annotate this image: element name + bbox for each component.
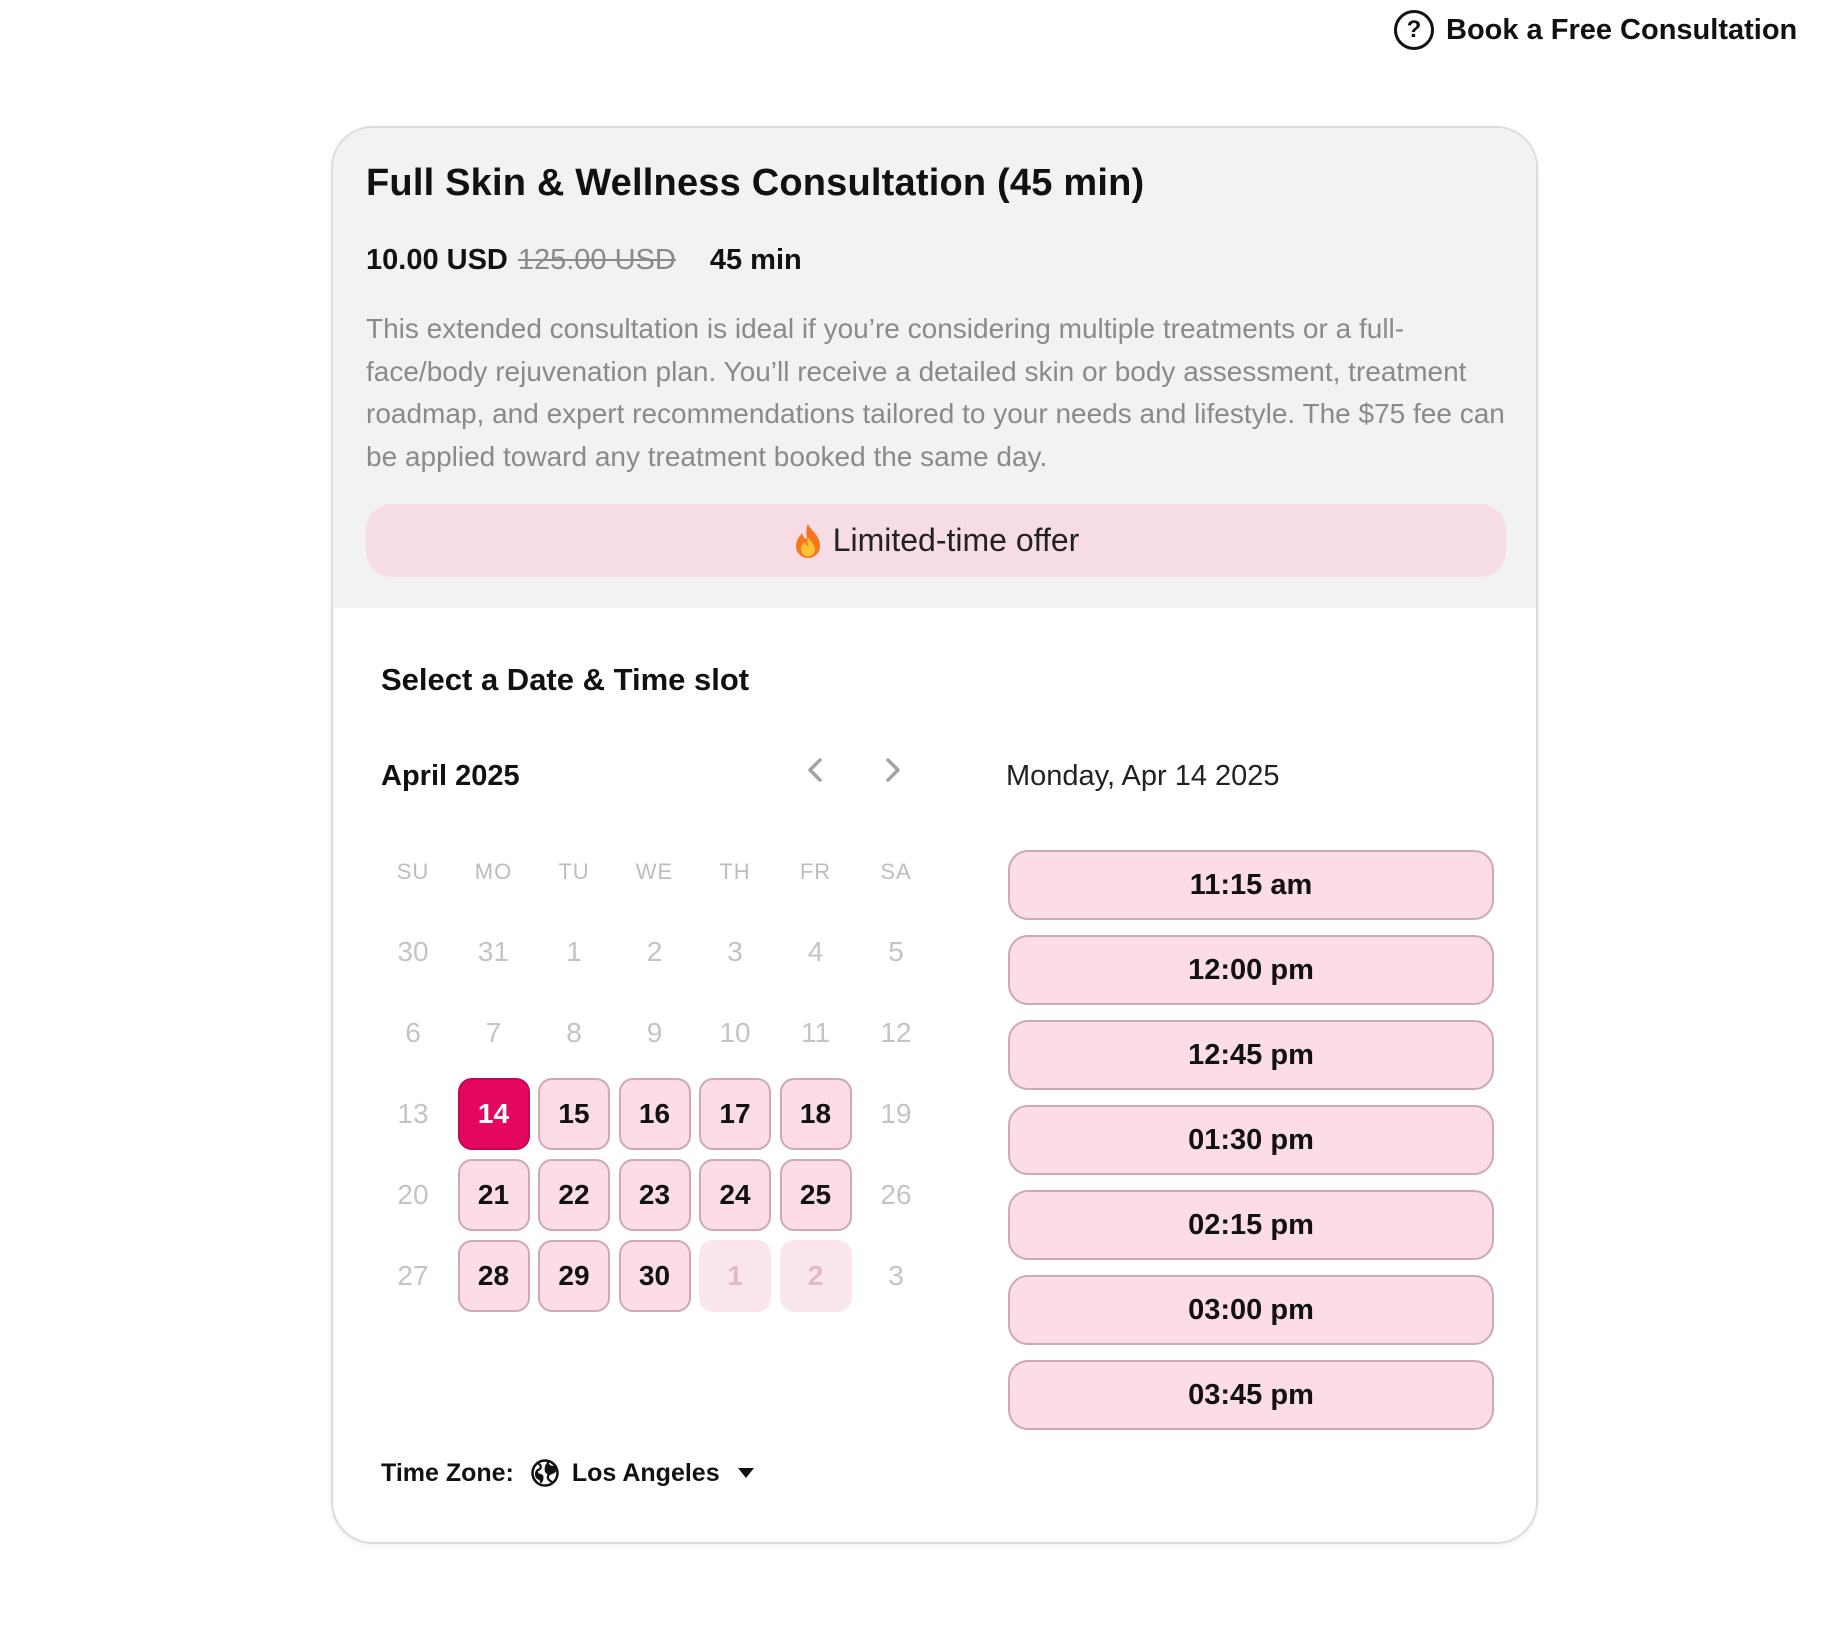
- calendar-day[interactable]: 30: [618, 1240, 691, 1312]
- calendar-day[interactable]: 23: [618, 1159, 691, 1231]
- weekday-label: TH: [719, 859, 751, 884]
- calendar-day: 13: [397, 1098, 429, 1129]
- service-description: This extended consultation is ideal if y…: [366, 313, 1505, 472]
- calendar-day[interactable]: 22: [538, 1159, 610, 1231]
- calendar-day[interactable]: 18: [779, 1078, 852, 1150]
- timezone-select[interactable]: Los Angeles: [530, 1458, 754, 1488]
- price-original: 125.00 USD: [517, 244, 676, 276]
- calendar-day: 3: [888, 1260, 904, 1291]
- price-current: 10.00 USD: [366, 244, 508, 276]
- chevron-left-icon: [805, 757, 825, 788]
- calendar-day: 4: [807, 936, 824, 967]
- calendar-day-selected[interactable]: 14: [457, 1078, 530, 1150]
- calendar-day: 5: [888, 936, 904, 967]
- selected-date-label: Monday, Apr 14 2025: [1006, 760, 1280, 792]
- time-slot-button[interactable]: 02:15 pm: [1008, 1190, 1494, 1260]
- service-header: Full Skin & Wellness Consultation (45 mi…: [333, 128, 1536, 608]
- next-month-button[interactable]: [873, 752, 913, 792]
- calendar-day[interactable]: 25: [779, 1159, 852, 1231]
- previous-month-button[interactable]: [795, 752, 835, 792]
- calendar-days-grid: 30 31 1 2 3 4 5 6 7 8 9 10 11 12 13 14 15 16 17 18 19 20 21 22 2…: [377, 916, 941, 1312]
- calendar-day: 2: [646, 936, 663, 967]
- book-free-consultation-link[interactable]: ? Book a Free Consultation: [1394, 10, 1797, 50]
- offer-banner: Limited-time offer: [366, 504, 1506, 577]
- section-title: Select a Date & Time slot: [381, 662, 750, 697]
- calendar-day: 9: [646, 1017, 663, 1048]
- weekday-label: SA: [880, 859, 912, 884]
- weekday-label: MO: [474, 859, 513, 884]
- booking-card: Full Skin & Wellness Consultation (45 mi…: [331, 126, 1538, 1544]
- calendar-day: 1: [699, 1240, 771, 1312]
- time-slot-button[interactable]: 12:45 pm: [1008, 1020, 1494, 1090]
- time-slot-button[interactable]: 11:15 am: [1008, 850, 1494, 920]
- calendar-day[interactable]: 21: [457, 1159, 530, 1231]
- time-slot-button[interactable]: 03:00 pm: [1008, 1275, 1494, 1345]
- weekday-label: SU: [396, 859, 430, 884]
- caret-down-icon: [737, 1468, 754, 1478]
- calendar-day: 3: [727, 936, 743, 967]
- offer-label: Limited-time offer: [832, 522, 1080, 558]
- time-slot-button[interactable]: 03:45 pm: [1008, 1360, 1494, 1430]
- calendar-day[interactable]: 28: [457, 1240, 530, 1312]
- globe-icon: [530, 1458, 560, 1488]
- calendar-day: 31: [477, 936, 510, 967]
- weekday-header: SU MO TU WE TH FR SA: [377, 854, 941, 890]
- calendar-day[interactable]: 17: [699, 1078, 771, 1150]
- timezone-label: Time Zone:: [381, 1458, 514, 1487]
- calendar-day: 11: [800, 1017, 831, 1048]
- calendar-day: 26: [880, 1179, 912, 1210]
- calendar-day: 12: [880, 1017, 912, 1048]
- calendar-day: 2: [779, 1240, 852, 1312]
- weekday-label: WE: [635, 859, 674, 884]
- calendar-day[interactable]: 29: [538, 1240, 610, 1312]
- calendar-day: 10: [719, 1017, 751, 1048]
- weekday-label: FR: [799, 859, 832, 884]
- time-slot-button[interactable]: 01:30 pm: [1008, 1105, 1494, 1175]
- timezone-value: Los Angeles: [571, 1458, 720, 1487]
- help-link-label: Book a Free Consultation: [1446, 13, 1798, 46]
- calendar-day[interactable]: 16: [618, 1078, 691, 1150]
- service-title: Full Skin & Wellness Consultation (45 mi…: [366, 162, 1145, 204]
- calendar-day[interactable]: 24: [699, 1159, 771, 1231]
- time-slot-list: 11:15 am 12:00 pm 12:45 pm 01:30 pm 02:15 pm…: [1008, 850, 1494, 1430]
- calendar: SU MO TU WE TH FR SA 30 31 1 2 3 4 5 6 7 8 9 10 11 12…: [377, 854, 941, 1312]
- calendar-day: 8: [566, 1017, 582, 1048]
- calendar-day: 30: [397, 936, 429, 967]
- weekday-label: TU: [558, 859, 590, 884]
- calendar-day: 20: [397, 1179, 429, 1210]
- calendar-day: 19: [880, 1098, 912, 1129]
- calendar-day: 6: [405, 1017, 421, 1048]
- calendar-day: 1: [566, 936, 582, 967]
- time-slot-button[interactable]: 12:00 pm: [1008, 935, 1494, 1005]
- chevron-right-icon: [883, 757, 903, 788]
- question-circle-icon: ?: [1394, 10, 1434, 50]
- calendar-day[interactable]: 15: [538, 1078, 610, 1150]
- fire-icon: [793, 523, 823, 559]
- timezone-row: Time Zone: Los Angeles: [381, 1458, 754, 1488]
- month-label: April 2025: [381, 760, 520, 792]
- calendar-day: 27: [397, 1260, 429, 1291]
- price-row: 10.00 USD 125.00 USD 45 min: [366, 244, 802, 277]
- service-duration: 45 min: [709, 244, 802, 276]
- calendar-day: 7: [485, 1017, 502, 1048]
